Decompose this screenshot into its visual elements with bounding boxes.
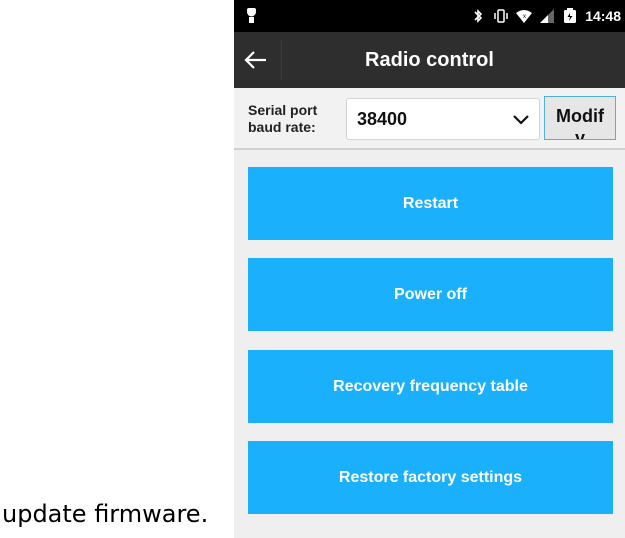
svg-text:x: x (523, 14, 526, 20)
page-title: Radio control (365, 49, 494, 71)
chevron-down-icon (513, 115, 529, 125)
baud-rate-label-line2: baud rate: (248, 119, 316, 135)
restart-button[interactable]: Restart (248, 167, 613, 240)
android-icon (246, 7, 257, 23)
modify-button[interactable]: Modif y (544, 96, 616, 140)
status-time: 14:48 (585, 8, 621, 24)
battery-icon (564, 8, 577, 23)
modify-label-line1: Modif (556, 106, 604, 126)
baud-rate-value: 38400 (357, 109, 408, 129)
bluetooth-icon (474, 9, 483, 23)
signal-icon (540, 9, 555, 23)
title-bar: Radio control (234, 32, 625, 88)
vibrate-icon (494, 9, 508, 23)
document-caption: update firmware. (2, 500, 209, 528)
baud-rate-row: Serial port baud rate: 38400 Modif y (234, 88, 625, 150)
phone-screen: x 14:48 Radio control Serial port baud r… (234, 0, 625, 538)
power-off-button[interactable]: Power off (248, 258, 613, 331)
baud-rate-select[interactable]: 38400 (346, 98, 540, 140)
modify-label-line2: y (574, 128, 585, 140)
wifi-icon: x (516, 10, 533, 23)
baud-rate-label-line1: Serial port (248, 102, 318, 118)
restore-factory-settings-button[interactable]: Restore factory settings (248, 441, 613, 514)
recovery-frequency-table-button[interactable]: Recovery frequency table (248, 350, 613, 423)
status-bar: x 14:48 (234, 0, 625, 32)
baud-rate-label: Serial port baud rate: (248, 102, 338, 136)
